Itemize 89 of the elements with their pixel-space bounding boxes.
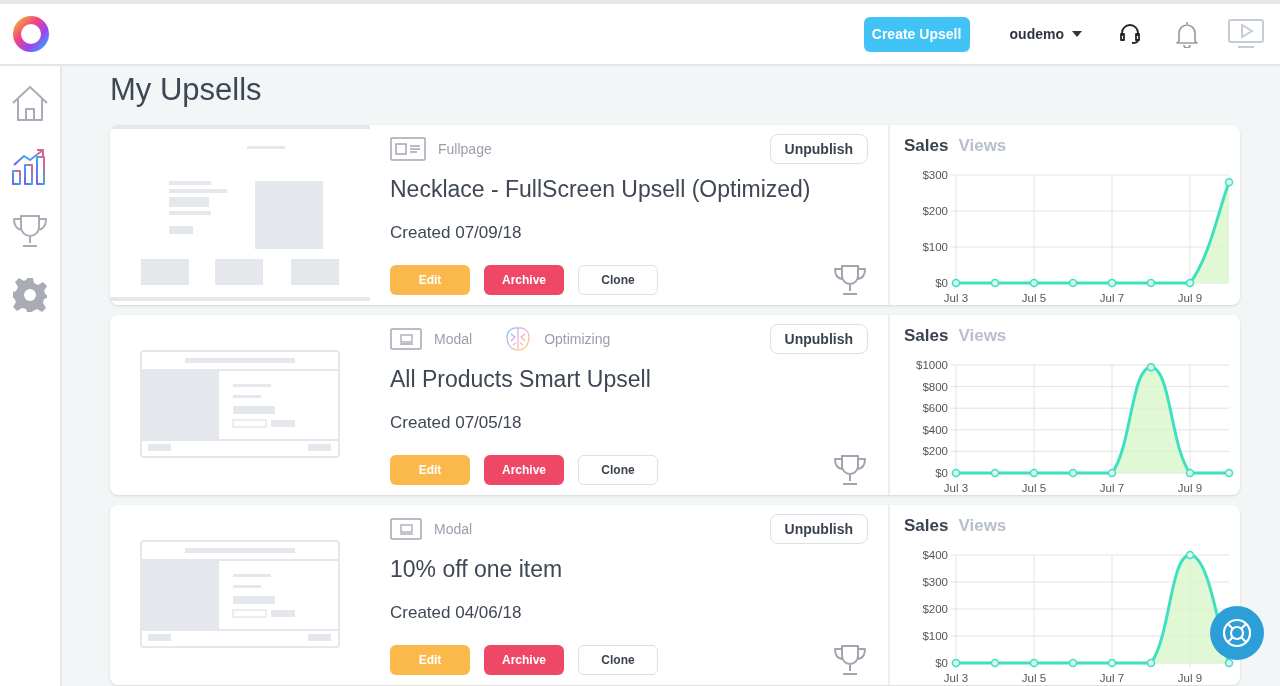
page-layout-icon [390, 137, 426, 161]
data-point [990, 278, 1000, 287]
axis-label: Jul 9 [1177, 481, 1203, 494]
chart-tab[interactable]: Sales [904, 323, 949, 349]
archive-button[interactable]: Archive [484, 265, 564, 295]
axis-label: $300 [922, 575, 948, 588]
trophy-icon [832, 263, 868, 297]
axis-label: Jul 7 [1099, 481, 1125, 494]
caret-icon [1072, 31, 1082, 37]
axis-label: Jul 3 [943, 291, 969, 304]
chart-tab[interactable]: Sales [904, 133, 949, 159]
trophy-icon [832, 453, 868, 487]
data-point [1029, 468, 1039, 477]
upsell-title: All Products Smart Upsell [390, 365, 652, 394]
upsell-type: Modal [434, 519, 473, 539]
data-point [1146, 362, 1156, 371]
unpublish-button[interactable]: Unpublish [769, 134, 868, 164]
data-point [951, 278, 961, 287]
axis-label: $0 [935, 656, 948, 669]
axis-label: $600 [922, 401, 948, 414]
created-date: Created 04/06/18 [390, 601, 523, 624]
chart-tab[interactable]: Sales [904, 513, 949, 539]
data-point [1224, 658, 1234, 667]
help-button[interactable] [1210, 606, 1264, 660]
data-point [1068, 468, 1078, 477]
upsell-type: Fullpage [438, 139, 492, 159]
data-point [1068, 278, 1078, 287]
data-point [1224, 177, 1234, 186]
axis-label: Jul 7 [1099, 671, 1125, 684]
data-point [1029, 278, 1039, 287]
brain-icon [504, 325, 533, 353]
page-title: My Upsells [110, 71, 263, 109]
unpublish-button[interactable]: Unpublish [769, 514, 868, 544]
archive-button[interactable]: Archive [484, 645, 564, 675]
modal-window-icon [390, 328, 422, 350]
data-point [1029, 658, 1039, 667]
axis-label: $100 [922, 629, 948, 642]
axis-label: Jul 3 [943, 671, 969, 684]
headset-icon[interactable] [1118, 22, 1142, 46]
created-date: Created 07/09/18 [390, 221, 523, 244]
data-point [1185, 278, 1195, 287]
video-screen-icon[interactable] [1228, 19, 1264, 49]
data-point [990, 468, 1000, 477]
unpublish-button[interactable]: Unpublish [769, 324, 868, 354]
data-point [1224, 468, 1234, 477]
axis-label: $200 [922, 444, 948, 457]
axis-label: Jul 5 [1021, 481, 1047, 494]
axis-label: Jul 5 [1021, 671, 1047, 684]
bell-icon[interactable] [1174, 20, 1200, 48]
data-point [1185, 468, 1195, 477]
trophy-icon [832, 643, 868, 677]
axis-label: $800 [922, 380, 948, 393]
axis-label: $0 [935, 276, 948, 289]
user-menu[interactable]: oudemo [1009, 23, 1082, 45]
axis-label: $100 [922, 240, 948, 253]
clone-button[interactable]: Clone [578, 455, 658, 485]
axis-label: $0 [935, 466, 948, 479]
logo-icon[interactable] [12, 15, 50, 53]
data-point [951, 658, 961, 667]
data-point [1146, 278, 1156, 287]
optimizing-status: Optimizing [544, 329, 611, 349]
axis-label: Jul 7 [1099, 291, 1125, 304]
archive-button[interactable]: Archive [484, 455, 564, 485]
lifebuoy-icon [1221, 617, 1253, 649]
axis-label: Jul 5 [1021, 291, 1047, 304]
modal-window-icon [390, 518, 422, 540]
axis-label: $300 [922, 168, 948, 181]
axis-label: $200 [922, 204, 948, 217]
data-point [951, 468, 961, 477]
axis-label: Jul 9 [1177, 671, 1203, 684]
upsell-type: Modal [434, 329, 473, 349]
axis-label: $200 [922, 602, 948, 615]
axis-label: $1000 [916, 358, 948, 371]
data-point [1185, 550, 1195, 559]
clone-button[interactable]: Clone [578, 645, 658, 675]
data-point [1107, 278, 1117, 287]
data-point [1146, 658, 1156, 667]
data-point [990, 658, 1000, 667]
data-point [1107, 468, 1117, 477]
axis-label: $400 [922, 423, 948, 436]
axis-label: $400 [922, 548, 948, 561]
upsell-title: Necklace - FullScreen Upsell (Optimized) [390, 175, 812, 204]
axis-label: Jul 3 [943, 481, 969, 494]
data-point [1068, 658, 1078, 667]
clone-button[interactable]: Clone [578, 265, 658, 295]
axis-label: Jul 9 [1177, 291, 1203, 304]
created-date: Created 07/05/18 [390, 411, 523, 434]
data-point [1107, 658, 1117, 667]
upsell-title: 10% off one item [390, 555, 564, 584]
